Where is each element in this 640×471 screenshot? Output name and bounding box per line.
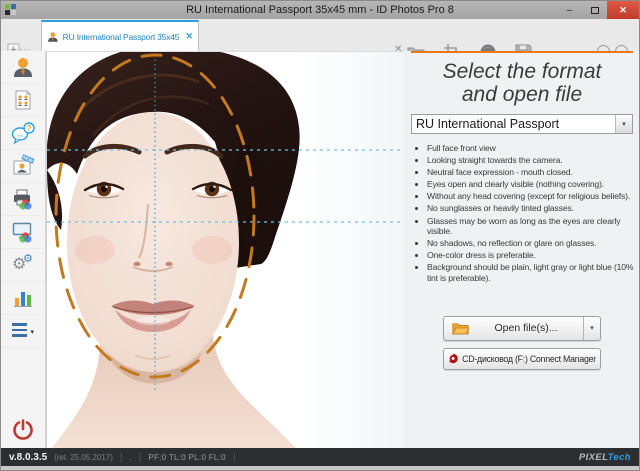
status-bar: v.8.0.3.5 (rel. 25.05.2017) | . | PF:0 T… bbox=[1, 448, 639, 466]
requirement-item: Eyes open and clearly visible (nothing c… bbox=[427, 179, 634, 190]
statistics-icon bbox=[12, 287, 34, 309]
bottom-strip bbox=[1, 466, 639, 470]
requirement-item: Background should be plain, light gray o… bbox=[427, 262, 634, 283]
sidebar-item-settings[interactable]: ⚙ ⚙ bbox=[1, 249, 45, 282]
open-files-label: Open file(s)... bbox=[469, 322, 583, 334]
sidebar-item-print-sheet[interactable] bbox=[1, 84, 45, 117]
status-dot: . bbox=[130, 453, 132, 462]
chevron-down-icon[interactable]: ▾ bbox=[615, 115, 632, 133]
sidebar-item-power[interactable] bbox=[1, 418, 45, 442]
open-files-button[interactable]: Open file(s)... ▾ bbox=[443, 316, 601, 341]
cd-disc-icon bbox=[448, 352, 458, 365]
window-controls: – ✕ bbox=[557, 1, 639, 19]
cd-drive-label: CD-дисковод (F:) Connect Manager bbox=[462, 354, 596, 364]
separator: | bbox=[233, 452, 236, 463]
app-version: v.8.0.3.5 bbox=[9, 452, 47, 463]
separator: | bbox=[120, 452, 123, 463]
separator: | bbox=[139, 452, 142, 463]
close-button[interactable]: ✕ bbox=[607, 1, 639, 19]
requirement-item: No shadows, no reflection or glare on gl… bbox=[427, 238, 634, 249]
settings-gears-icon: ⚙ ⚙ bbox=[12, 254, 34, 276]
heading-line-1: Select the format bbox=[410, 60, 634, 83]
face-oval-guide bbox=[56, 55, 254, 377]
tab-close-icon[interactable]: ✕ bbox=[185, 31, 193, 42]
requirement-item: Without any head covering (except for re… bbox=[427, 191, 634, 202]
requirement-item: Glasses may be worn as long as the eyes … bbox=[427, 216, 634, 237]
requirement-item: One-color dress is preferable. bbox=[427, 250, 634, 261]
app-icon bbox=[5, 4, 17, 16]
photo-preview[interactable] bbox=[46, 51, 404, 450]
accent-line bbox=[411, 51, 633, 53]
sidebar-item-display-settings[interactable] bbox=[1, 216, 45, 249]
menu-icon: ▾ bbox=[12, 323, 34, 339]
pixeltech-logo: PIXELTech bbox=[579, 452, 631, 463]
requirements-list: Full face front viewLooking straight tow… bbox=[410, 143, 634, 284]
power-icon bbox=[11, 418, 35, 442]
sidebar-item-id-photo[interactable] bbox=[1, 51, 45, 84]
format-panel: Select the format and open file RU Inter… bbox=[404, 51, 640, 450]
open-folder-icon bbox=[452, 321, 469, 335]
window-title: RU International Passport 35x45 mm - ID … bbox=[1, 4, 639, 16]
display-settings-icon bbox=[11, 220, 35, 244]
cd-drive-button[interactable]: CD-дисковод (F:) Connect Manager bbox=[443, 348, 601, 370]
new-photo-icon: NEW bbox=[11, 154, 35, 178]
tab-ru-international-passport[interactable]: RU International Passport 35x45 mm ✕ bbox=[41, 20, 199, 51]
sidebar: ... ? NEW bbox=[1, 51, 46, 450]
crop-guides-overlay bbox=[47, 52, 405, 449]
maximize-icon bbox=[591, 7, 599, 14]
id-photo-icon bbox=[12, 56, 34, 78]
heading-line-2: and open file bbox=[410, 83, 634, 106]
requirement-item: Neutral face expression - mouth closed. bbox=[427, 167, 634, 178]
sidebar-item-menu[interactable]: ▾ bbox=[1, 315, 45, 348]
svg-text:...: ... bbox=[17, 132, 23, 139]
requirement-item: Looking straight towards the camera. bbox=[427, 155, 634, 166]
format-dropdown-value: RU International Passport bbox=[412, 117, 559, 131]
requirement-item: Full face front view bbox=[427, 143, 634, 154]
title-bar: RU International Passport 35x45 mm - ID … bbox=[1, 1, 639, 19]
panel-heading: Select the format and open file bbox=[410, 60, 634, 106]
open-files-dropdown-arrow[interactable]: ▾ bbox=[583, 317, 600, 340]
tab-bar: RU International Passport 35x45 mm ✕ ✕ ←… bbox=[1, 19, 639, 51]
minimize-button[interactable]: – bbox=[557, 1, 582, 19]
requirement-item: No sunglasses or heavily tinted glasses. bbox=[427, 203, 634, 214]
format-dropdown[interactable]: RU International Passport ▾ bbox=[411, 114, 633, 134]
print-sheet-icon bbox=[12, 89, 34, 111]
person-icon bbox=[47, 30, 59, 43]
maximize-button[interactable] bbox=[582, 1, 607, 19]
release-date: (rel. 25.05.2017) bbox=[54, 453, 113, 462]
support-chat-icon: ... ? bbox=[11, 122, 35, 144]
sidebar-item-statistics[interactable] bbox=[1, 282, 45, 315]
app-window: RU International Passport 35x45 mm - ID … bbox=[0, 0, 640, 471]
print-settings-icon bbox=[11, 187, 35, 211]
sidebar-item-support[interactable]: ... ? bbox=[1, 117, 45, 150]
sidebar-item-new-photo[interactable]: NEW bbox=[1, 150, 45, 183]
sidebar-item-print-settings[interactable] bbox=[1, 183, 45, 216]
svg-text:?: ? bbox=[27, 124, 32, 133]
tab-label: RU International Passport 35x45 mm bbox=[63, 32, 182, 42]
license-counters: PF:0 TL:0 PL:0 FL:0 bbox=[148, 453, 226, 462]
